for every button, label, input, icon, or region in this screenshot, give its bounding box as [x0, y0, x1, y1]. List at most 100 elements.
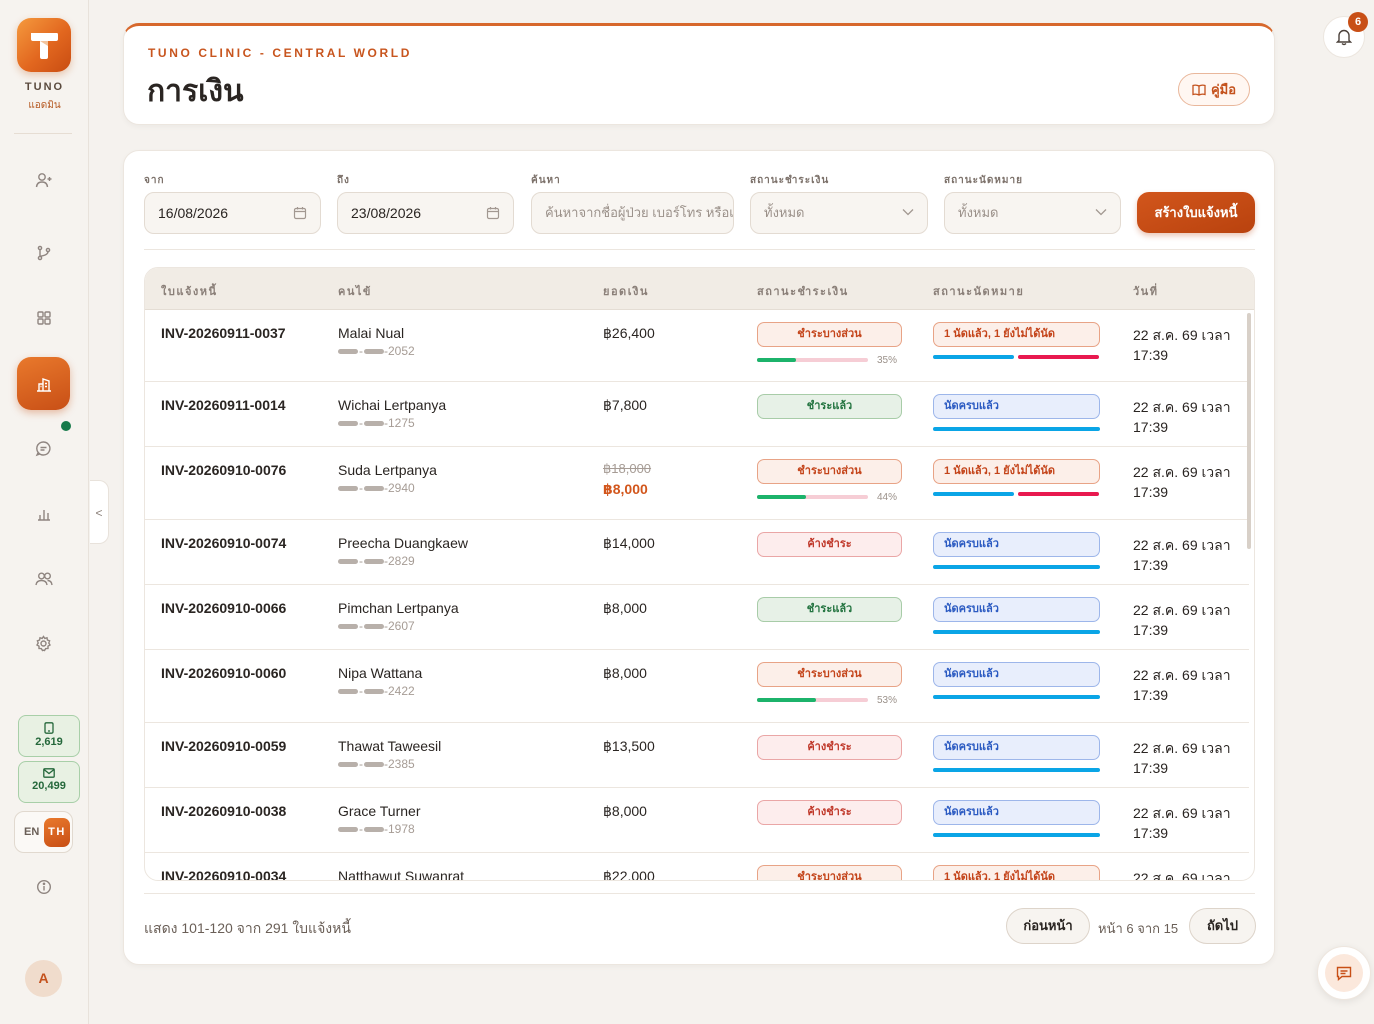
appointment-progress-bar [933, 427, 1100, 431]
page-title: การเงิน [147, 75, 244, 108]
col-appt-status[interactable]: สถานะนัดหมาย [933, 282, 1024, 300]
payment-status-badge: ค้างชำระ [757, 532, 902, 557]
payment-status-badge: ชำระบางส่วน [757, 865, 902, 880]
prev-page-button[interactable]: ก่อนหน้า [1006, 908, 1090, 944]
invoice-date: 22 ส.ค. 69 เวลา 17:39 [1133, 535, 1231, 575]
col-invoice[interactable]: ใบแจ้งหนี้ [161, 282, 218, 300]
masked-digits [338, 420, 358, 426]
create-invoice-button[interactable]: สร้างใบแจ้งหนี้ [1137, 192, 1255, 233]
search-input[interactable]: ค้นหาจากชื่อผู้ป่วย เบอร์โทร หรือเลขใบแจ… [531, 192, 734, 234]
invoice-date: 22 ส.ค. 69 เวลา 17:39 [1133, 803, 1231, 843]
invoice-number[interactable]: INV-20260910-0059 [161, 738, 286, 754]
invoice-number[interactable]: INV-20260911-0014 [161, 397, 286, 413]
masked-digits [364, 348, 384, 354]
invoice-number[interactable]: INV-20260911-0037 [161, 325, 286, 341]
col-patient[interactable]: คนไข้ [338, 282, 372, 300]
chart-icon[interactable] [17, 487, 70, 540]
discounted-amount: ฿8,000 [603, 481, 648, 497]
support-chat-button[interactable] [1317, 946, 1371, 1000]
phone-tail: -2052 [384, 344, 415, 358]
table-scrollbar[interactable] [1247, 313, 1251, 549]
sidebar-divider [14, 133, 72, 134]
appointment-status-badge: 1 นัดแล้ว, 1 ยังไม่ได้นัด [933, 322, 1100, 347]
lang-en-option[interactable]: EN [24, 826, 39, 838]
lang-th-option[interactable]: TH [44, 818, 70, 847]
calendar-icon[interactable] [486, 206, 500, 220]
settings-icon[interactable] [17, 617, 70, 670]
sidebar-collapse-toggle[interactable]: < [90, 480, 109, 544]
payment-progress-percent: 35% [877, 355, 898, 366]
phone-tail: -2829 [384, 554, 415, 568]
guide-label: คู่มือ [1210, 82, 1237, 97]
add-patient-icon[interactable] [17, 153, 70, 206]
user-avatar[interactable]: A [25, 960, 62, 997]
grid-icon[interactable] [17, 291, 70, 344]
payment-progress-bar [757, 358, 868, 362]
email-credit-counter[interactable]: 20,499 [18, 761, 80, 803]
invoice-number[interactable]: INV-20260910-0038 [161, 803, 286, 819]
info-icon[interactable] [17, 860, 70, 913]
invoice-number[interactable]: INV-20260910-0060 [161, 665, 286, 681]
table-row[interactable]: INV-20260910-0059 Thawat Taweesil - -2385 ฿1… [145, 723, 1249, 788]
chevron-down-icon [902, 209, 914, 216]
col-amount[interactable]: ยอดเงิน [603, 282, 649, 300]
next-page-button[interactable]: ถัดไป [1189, 908, 1256, 944]
pay-status-label: สถานะชำระเงิน [750, 175, 830, 186]
amount: ฿26,400 [603, 325, 655, 341]
appointment-progress-bar [933, 630, 1100, 634]
col-pay-status[interactable]: สถานะชำระเงิน [757, 282, 849, 300]
table-row[interactable]: INV-20260910-0076 Suda Lertpanya - -2940 ฿18… [145, 447, 1249, 520]
payment-status-badge: ชำระบางส่วน [757, 459, 902, 484]
to-label: ถึง [337, 175, 350, 186]
finance-icon[interactable] [17, 357, 70, 410]
branch-icon[interactable] [17, 226, 70, 279]
table-row[interactable]: INV-20260910-0034 Natthawut Suwanrat ฿22,0… [145, 853, 1249, 881]
users-icon[interactable] [17, 552, 70, 605]
col-date[interactable]: วันที่ [1133, 282, 1158, 300]
payment-progress-percent: 44% [877, 492, 898, 503]
email-credit-value: 20,499 [32, 780, 66, 792]
date-line: 22 ส.ค. 69 เวลา [1133, 399, 1231, 415]
table-row[interactable]: INV-20260910-0038 Grace Turner - -1978 ฿8,00… [145, 788, 1249, 853]
masked-digits [338, 688, 358, 694]
masked-digits [364, 826, 384, 832]
chat-icon[interactable] [17, 422, 70, 475]
table-row[interactable]: INV-20260910-0074 Preecha Duangkaew - -2829… [145, 520, 1249, 585]
appt-status-select[interactable]: ทั้งหมด [944, 192, 1121, 234]
masked-digits [364, 420, 384, 426]
table-row[interactable]: INV-20260910-0060 Nipa Wattana - -2422 ฿8,00… [145, 650, 1249, 723]
appointment-status-badge: นัดครบแล้ว [933, 597, 1100, 622]
amount: ฿22,000 [603, 868, 655, 881]
table-row[interactable]: INV-20260911-0014 Wichai Lertpanya - -1275 ฿… [145, 382, 1249, 447]
from-date-field[interactable]: 16/08/2026 [144, 192, 321, 234]
time-line: 17:39 [1133, 419, 1169, 435]
invoice-number[interactable]: INV-20260910-0034 [161, 868, 286, 880]
calendar-icon[interactable] [293, 206, 307, 220]
masked-digits [338, 761, 358, 767]
patient-name: Wichai Lertpanya [338, 397, 447, 413]
phone-tail: -2422 [384, 684, 415, 698]
invoice-number[interactable]: INV-20260910-0076 [161, 462, 286, 478]
table-body: INV-20260911-0037 Malai Nual - -2052 ฿26,400… [145, 310, 1249, 881]
invoice-number[interactable]: INV-20260910-0074 [161, 535, 286, 551]
date-line: 22 ส.ค. 69 เวลา [1133, 537, 1231, 553]
pay-status-select[interactable]: ทั้งหมด [750, 192, 928, 234]
invoice-date: 22 ส.ค. 69 เวลา 17:39 [1133, 665, 1231, 705]
guide-button[interactable]: คู่มือ [1178, 73, 1250, 106]
masked-digits [364, 761, 384, 767]
language-switcher: EN TH [14, 811, 73, 853]
footer-divider [144, 893, 1255, 894]
tuno-logo[interactable] [17, 18, 71, 72]
book-icon [1192, 83, 1206, 96]
invoice-number[interactable]: INV-20260910-0066 [161, 600, 286, 616]
table-row[interactable]: INV-20260911-0037 Malai Nual - -2052 ฿26,400… [145, 310, 1249, 382]
payment-status-badge: ชำระแล้ว [757, 394, 902, 419]
table-row[interactable]: INV-20260910-0066 Pimchan Lertpanya - -2607… [145, 585, 1249, 650]
appointment-status-badge: นัดครบแล้ว [933, 394, 1100, 419]
to-date-field[interactable]: 23/08/2026 [337, 192, 514, 234]
patient-phone-masked: - -2940 [338, 481, 415, 495]
payment-status-badge: ชำระแล้ว [757, 597, 902, 622]
masked-digits [364, 558, 384, 564]
sms-credit-counter[interactable]: 2,619 [18, 715, 80, 757]
patient-phone-masked: - -2385 [338, 757, 415, 771]
